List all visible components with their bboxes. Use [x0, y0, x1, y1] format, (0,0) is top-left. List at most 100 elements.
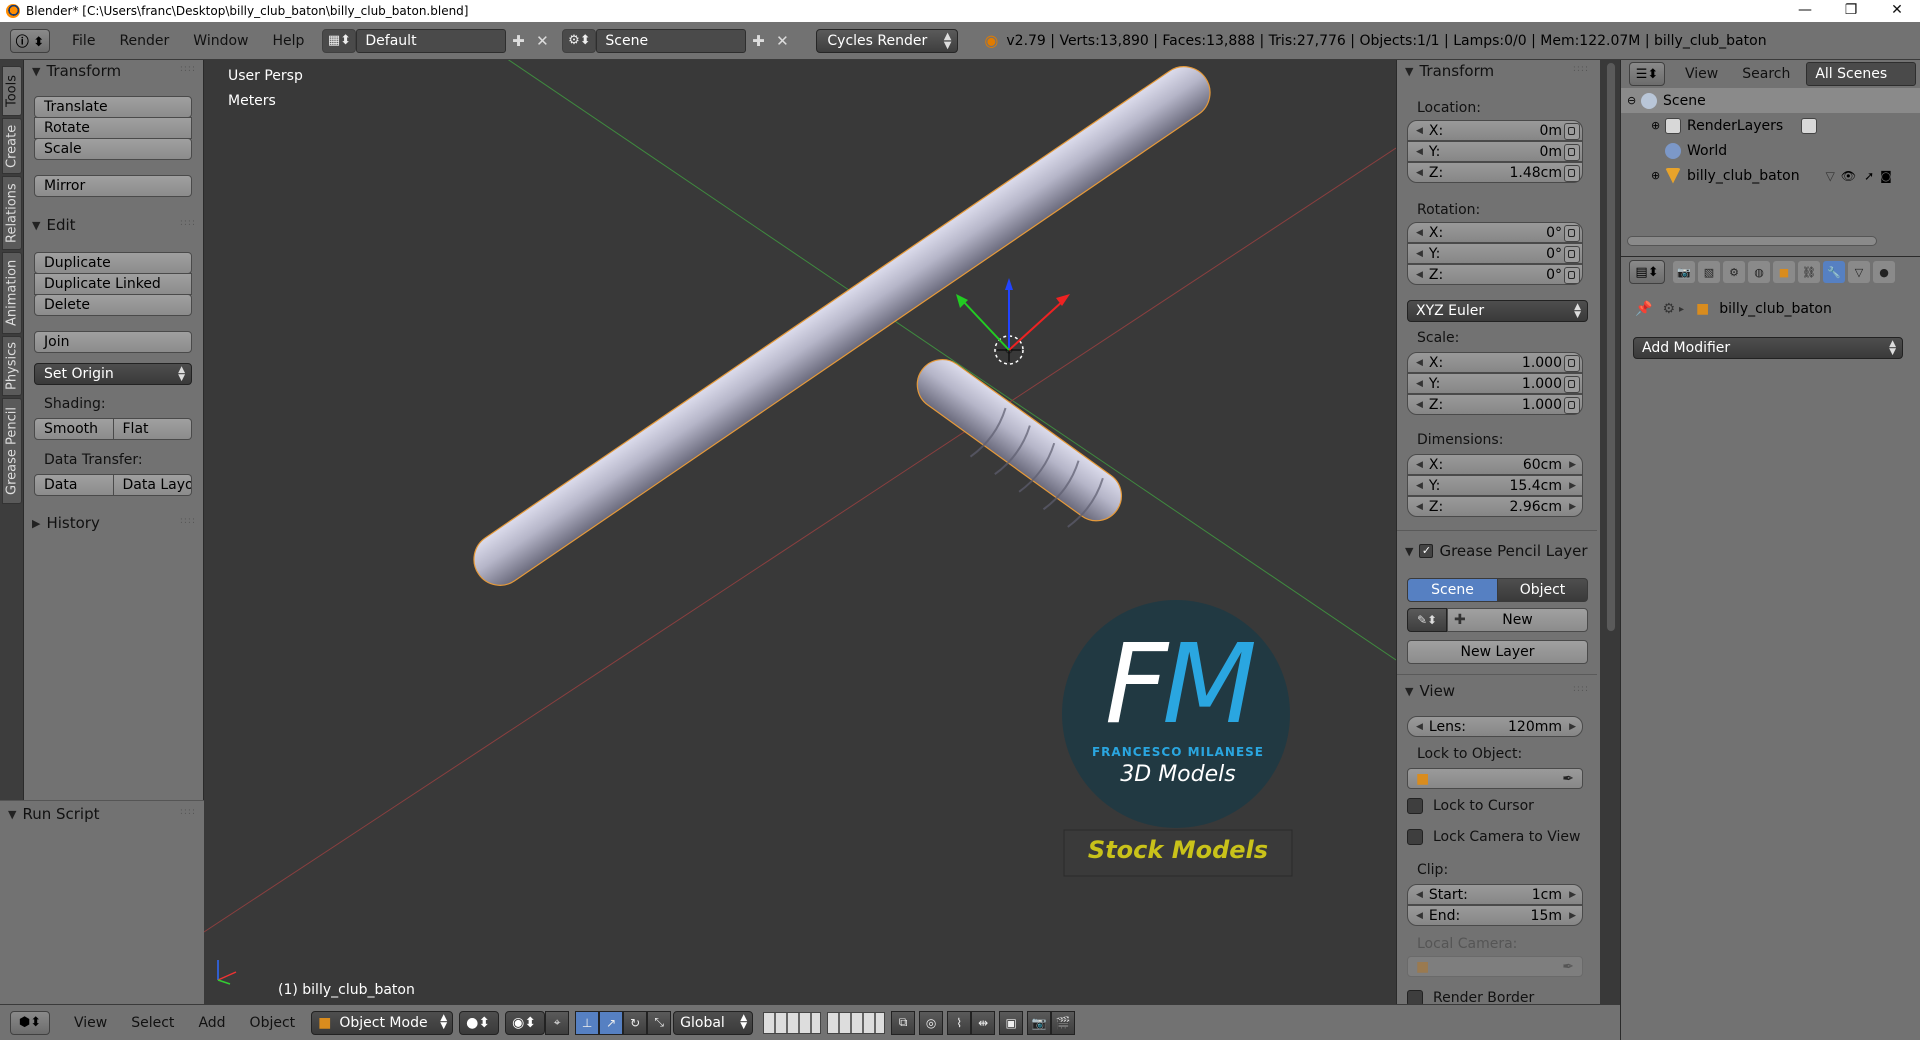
grease-pencil-header[interactable]: ▼ ✓ Grease Pencil Layer	[1397, 540, 1601, 562]
lock-rotation-x-icon[interactable]	[1557, 222, 1587, 243]
lock-to-cursor-checkbox[interactable]: Lock to Cursor	[1407, 798, 1534, 814]
cursor-select-icon[interactable]: ➚	[1864, 169, 1874, 183]
editor-type-button[interactable]: ⓘ ⬍	[10, 28, 50, 53]
tab-physics[interactable]: Physics	[2, 336, 22, 396]
snap-element-icon[interactable]: ⇹	[971, 1010, 996, 1035]
set-origin-dropdown[interactable]: Set Origin ▲ ▼	[34, 363, 192, 385]
expand-icon[interactable]: ⊕	[1651, 169, 1665, 182]
grease-pencil-checkbox[interactable]: ✓	[1419, 544, 1434, 558]
outliner-filter-dropdown[interactable]: All Scenes	[1806, 62, 1917, 86]
translate-button[interactable]: Translate	[34, 96, 192, 118]
flat-button[interactable]: Flat	[113, 418, 192, 440]
rotate-manipulator-icon[interactable]: ↻	[623, 1010, 648, 1035]
grease-new-button[interactable]: ✚ New	[1447, 608, 1588, 632]
menu-object[interactable]: Object	[238, 1015, 308, 1031]
lock-scale-y-icon[interactable]	[1557, 373, 1587, 394]
constraints-tab-icon[interactable]: ⛓	[1798, 261, 1820, 283]
outliner-row-billy-club-baton[interactable]: ⊕ billy_club_baton ▽ 👁 ➚ ◙	[1621, 163, 1920, 188]
menu-render[interactable]: Render	[107, 33, 181, 49]
lock-rotation-z-icon[interactable]	[1557, 264, 1587, 285]
tab-relations[interactable]: Relations	[2, 176, 22, 250]
lock-camera-checkbox[interactable]: Lock Camera to View	[1407, 829, 1581, 845]
lock-location-z-icon[interactable]	[1557, 162, 1587, 183]
layers-grid-1[interactable]	[763, 1011, 822, 1034]
modifiers-tab-icon[interactable]: 🔧	[1823, 261, 1845, 283]
lock-object-field[interactable]: ■ ✒	[1407, 768, 1583, 789]
data-button[interactable]: Data	[34, 474, 114, 496]
pivot-point-dropdown[interactable]: ◉⬍	[505, 1010, 546, 1035]
scene-field[interactable]: Scene	[596, 28, 747, 53]
menu-view[interactable]: View	[62, 1015, 119, 1031]
screen-layout-icon[interactable]: ▦⬍	[322, 28, 357, 53]
lock-location-y-icon[interactable]	[1557, 141, 1587, 162]
manipulator-axis-icon[interactable]: ⊥	[575, 1010, 600, 1035]
view-panel-header[interactable]: ▼ View ::::	[1397, 680, 1597, 702]
duplicate-button[interactable]: Duplicate	[34, 252, 192, 274]
menu-window[interactable]: Window	[181, 33, 260, 49]
dimensions-y-field[interactable]: ◀ Y: 15.4cm ▶	[1407, 475, 1583, 496]
drag-grip-icon[interactable]: ::::	[1573, 684, 1589, 694]
lock-rotation-y-icon[interactable]	[1557, 243, 1587, 264]
clip-start-field[interactable]: ◀ Start: 1cm ▶	[1407, 884, 1583, 905]
render-layer-toggle-icon[interactable]	[1801, 117, 1818, 134]
opengl-animation-icon[interactable]: 🎬	[1051, 1010, 1076, 1035]
mirror-button[interactable]: Mirror	[34, 175, 192, 197]
add-scene-icon[interactable]: ✚	[746, 29, 770, 53]
maximize-button[interactable]: ❐	[1828, 0, 1874, 22]
scale-manipulator-icon[interactable]: ⤡	[647, 1010, 672, 1035]
delete-screen-icon[interactable]: ✕	[530, 29, 554, 53]
snap-target-icon[interactable]: ▣	[999, 1010, 1024, 1035]
lock-scale-z-icon[interactable]	[1557, 394, 1587, 415]
render-engine-dropdown[interactable]: Cycles Render ▲ ▼	[816, 28, 959, 53]
duplicate-linked-button[interactable]: Duplicate Linked	[34, 273, 192, 295]
baton-side-handle[interactable]	[897, 350, 1131, 545]
scale-button[interactable]: Scale	[34, 138, 192, 160]
scene-icon[interactable]: ⚙⬍	[562, 28, 597, 53]
dimensions-x-field[interactable]: ◀ X: 60cm ▶	[1407, 454, 1583, 475]
transform-panel-header[interactable]: ▼ Transform ::::	[24, 60, 204, 82]
viewport-editor-type-icon[interactable]: ⬢⬍	[10, 1010, 50, 1035]
data-tab-icon[interactable]: ▽	[1848, 261, 1870, 283]
drag-grip-icon[interactable]: ::::	[180, 807, 196, 817]
minimize-button[interactable]: —	[1782, 0, 1828, 22]
delete-scene-icon[interactable]: ✕	[770, 29, 794, 53]
run-script-header[interactable]: ▼ Run Script ::::	[0, 803, 204, 825]
history-panel-header[interactable]: ▶ History ::::	[24, 512, 204, 534]
camera-render-icon[interactable]: ◙	[1880, 169, 1892, 183]
mode-dropdown[interactable]: ■ Object Mode ▲ ▼	[311, 1010, 454, 1035]
material-tab-icon[interactable]: ●	[1873, 261, 1895, 283]
new-layer-button[interactable]: New Layer	[1407, 640, 1588, 664]
layer-lock-icon[interactable]: ⧉	[891, 1010, 916, 1035]
outliner-row-scene[interactable]: ⊖ Scene	[1621, 88, 1920, 113]
tab-grease-pencil[interactable]: Grease Pencil	[2, 398, 22, 504]
drag-grip-icon[interactable]: ::::	[1573, 64, 1589, 74]
grease-object-button[interactable]: Object	[1498, 578, 1588, 602]
translate-manipulator-icon[interactable]: ↗	[599, 1010, 624, 1035]
outliner-hscrollbar[interactable]	[1627, 236, 1877, 246]
rotate-button[interactable]: Rotate	[34, 117, 192, 139]
edit-panel-header[interactable]: ▼ Edit ::::	[24, 214, 204, 236]
dimensions-z-field[interactable]: ◀ Z: 2.96cm ▶	[1407, 496, 1583, 517]
eye-icon[interactable]: 👁	[1841, 169, 1856, 183]
n-transform-header[interactable]: ▼ Transform ::::	[1397, 60, 1597, 82]
tab-tools[interactable]: Tools	[2, 66, 22, 116]
smooth-button[interactable]: Smooth	[34, 418, 114, 440]
pin-icon[interactable]: 📌	[1635, 301, 1652, 317]
lock-location-x-icon[interactable]	[1557, 120, 1587, 141]
transform-orientation-dropdown[interactable]: Global ▲ ▼	[673, 1010, 754, 1035]
world-tab-icon[interactable]: ◍	[1748, 261, 1770, 283]
drag-grip-icon[interactable]: ::::	[180, 64, 196, 74]
render-tab-icon[interactable]: 📷	[1673, 261, 1695, 283]
manipulator-toggle-icon[interactable]: ⌖	[545, 1010, 570, 1035]
lens-field[interactable]: ◀ Lens: 120mm ▶	[1407, 716, 1583, 737]
menu-help[interactable]: Help	[260, 33, 316, 49]
data-layout-button[interactable]: Data Layo	[113, 474, 192, 496]
expand-icon[interactable]: ⊕	[1651, 119, 1665, 132]
opengl-render-icon[interactable]: 📷	[1027, 1010, 1052, 1035]
drag-grip-icon[interactable]: ::::	[180, 218, 196, 228]
proportional-editing-icon[interactable]: ◎	[919, 1010, 944, 1035]
drag-grip-icon[interactable]: ::::	[180, 516, 196, 526]
object-tab-icon[interactable]: ■	[1773, 261, 1795, 283]
outliner-row-renderlayers[interactable]: ⊕ RenderLayers	[1621, 113, 1920, 138]
snap-toggle-icon[interactable]: ⌇	[947, 1010, 972, 1035]
